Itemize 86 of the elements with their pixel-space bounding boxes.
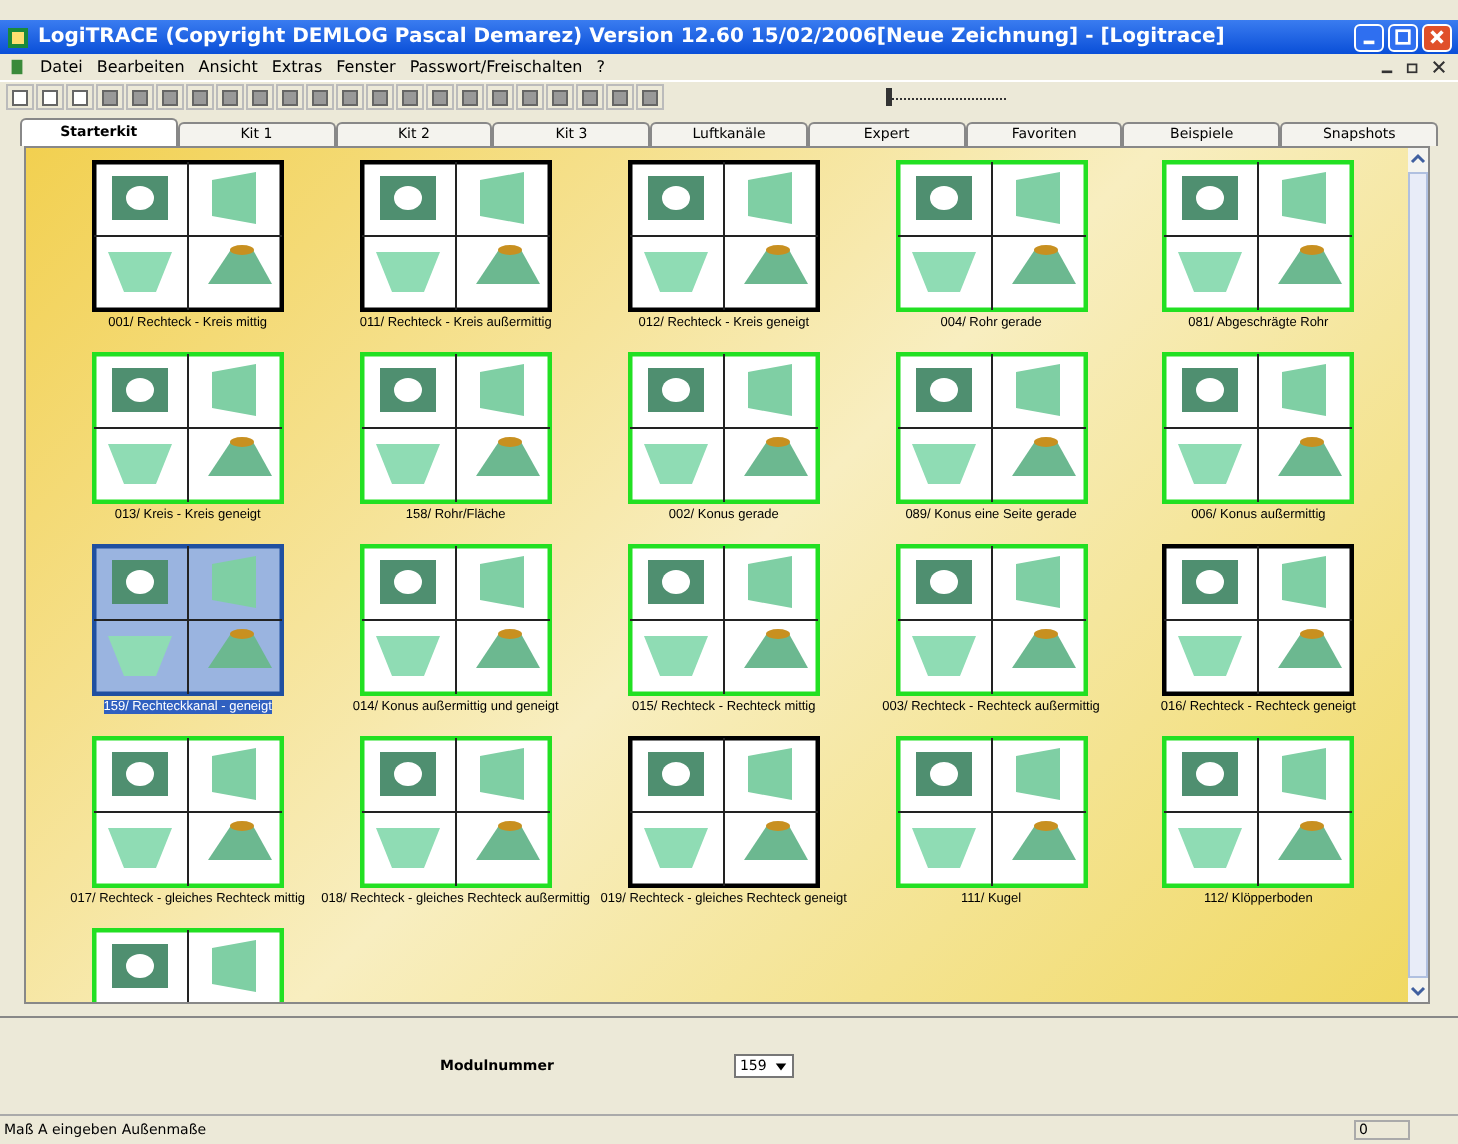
square-icon xyxy=(130,87,150,108)
shape-preview-drawing[interactable] xyxy=(91,159,284,312)
menu-item[interactable]: Ansicht xyxy=(198,58,258,77)
toolbar-button[interactable] xyxy=(186,84,214,111)
zoom-slider[interactable] xyxy=(886,87,1006,108)
square-icon xyxy=(340,87,360,108)
dropdown-arrow-icon xyxy=(774,1059,789,1074)
menu-item[interactable]: Extras xyxy=(271,58,323,77)
shape-preview-drawing[interactable] xyxy=(627,543,820,696)
square-icon xyxy=(550,87,570,108)
shape-preview-drawing[interactable] xyxy=(1162,159,1355,312)
toolbar-button[interactable] xyxy=(636,84,664,111)
toolbar-button[interactable] xyxy=(456,84,484,111)
close-icon xyxy=(1428,28,1446,47)
close-icon xyxy=(1432,60,1446,75)
toolbar-button[interactable] xyxy=(276,84,304,111)
shape-preview-drawing[interactable] xyxy=(1162,735,1355,888)
shape-preview-drawing[interactable] xyxy=(359,735,552,888)
toolbar-button[interactable] xyxy=(546,84,574,111)
toolbar-button[interactable] xyxy=(426,84,454,111)
square-icon xyxy=(310,87,330,108)
square-icon xyxy=(400,87,420,108)
toolbar-button[interactable] xyxy=(246,84,274,111)
square-icon xyxy=(640,87,660,108)
square-icon xyxy=(10,87,30,108)
toolbar-button[interactable] xyxy=(66,84,94,111)
square-icon xyxy=(100,87,120,108)
menu-item[interactable]: Fenster xyxy=(336,58,396,77)
square-icon xyxy=(250,87,270,108)
square-icon xyxy=(580,87,600,108)
maximize-icon xyxy=(1394,28,1412,47)
toolbar-button[interactable] xyxy=(126,84,154,111)
square-icon xyxy=(40,87,60,108)
toolbar-button[interactable] xyxy=(576,84,604,111)
shape-preview-drawing[interactable] xyxy=(895,735,1088,888)
toolbar-button[interactable] xyxy=(396,84,424,111)
shape-preview-drawing[interactable] xyxy=(91,735,284,888)
shape-preview-drawing[interactable] xyxy=(91,543,284,696)
shape-preview-drawing[interactable] xyxy=(359,543,552,696)
scroll-down-icon[interactable] xyxy=(1410,981,1426,998)
square-icon xyxy=(490,87,510,108)
window-title: LogiTRACE (Copyright DEMLOG Pascal Demarez) Version 12.60 15/02/2006[Neue Zeichnung] - [Logitrace] xyxy=(38,26,1227,49)
app-icon xyxy=(6,25,30,50)
shape-preview-drawing[interactable] xyxy=(627,159,820,312)
maximize-button[interactable] xyxy=(1388,23,1418,52)
square-icon xyxy=(160,87,180,108)
shape-preview-drawing[interactable] xyxy=(895,543,1088,696)
toolbar-button[interactable] xyxy=(486,84,514,111)
vertical-scrollbar[interactable] xyxy=(1408,147,1428,1002)
square-icon xyxy=(460,87,480,108)
scroll-up-icon[interactable] xyxy=(1410,151,1426,168)
square-icon xyxy=(520,87,540,108)
toolbar-button[interactable] xyxy=(336,84,364,111)
close-button[interactable] xyxy=(1428,57,1450,78)
toolbar-button[interactable] xyxy=(6,84,34,111)
shape-preview-drawing[interactable] xyxy=(91,351,284,504)
shape-preview-drawing[interactable] xyxy=(1162,543,1355,696)
square-icon xyxy=(220,87,240,108)
shape-preview-drawing[interactable] xyxy=(627,351,820,504)
shape-preview-drawing[interactable] xyxy=(1162,351,1355,504)
toolbar-button[interactable] xyxy=(36,84,64,111)
toolbar-button[interactable] xyxy=(606,84,634,111)
shape-preview-drawing[interactable] xyxy=(359,351,552,504)
menu-item[interactable]: Datei xyxy=(40,58,83,77)
toolbar-button[interactable] xyxy=(156,84,184,111)
square-icon xyxy=(280,87,300,108)
menu-item[interactable]: Passwort/Freischalten xyxy=(409,58,583,77)
minimize-button[interactable] xyxy=(1354,23,1384,52)
restore-icon xyxy=(1406,60,1420,75)
square-icon xyxy=(430,87,450,108)
toolbar-button[interactable] xyxy=(366,84,394,111)
shape-preview-drawing[interactable] xyxy=(359,159,552,312)
square-icon xyxy=(370,87,390,108)
menu-item[interactable]: ? xyxy=(596,58,605,77)
square-icon xyxy=(70,87,90,108)
square-icon xyxy=(190,87,210,108)
toolbar-button[interactable] xyxy=(96,84,124,111)
toolbar-button[interactable] xyxy=(216,84,244,111)
shape-preview-drawing[interactable] xyxy=(895,351,1088,504)
shape-preview-drawing[interactable] xyxy=(627,735,820,888)
toolbar-button[interactable] xyxy=(306,84,334,111)
menu-item[interactable]: Bearbeiten xyxy=(96,58,185,77)
document-icon xyxy=(8,58,26,77)
toolbar-button[interactable] xyxy=(516,84,544,111)
shape-preview-drawing[interactable] xyxy=(895,159,1088,312)
square-icon xyxy=(610,87,630,108)
